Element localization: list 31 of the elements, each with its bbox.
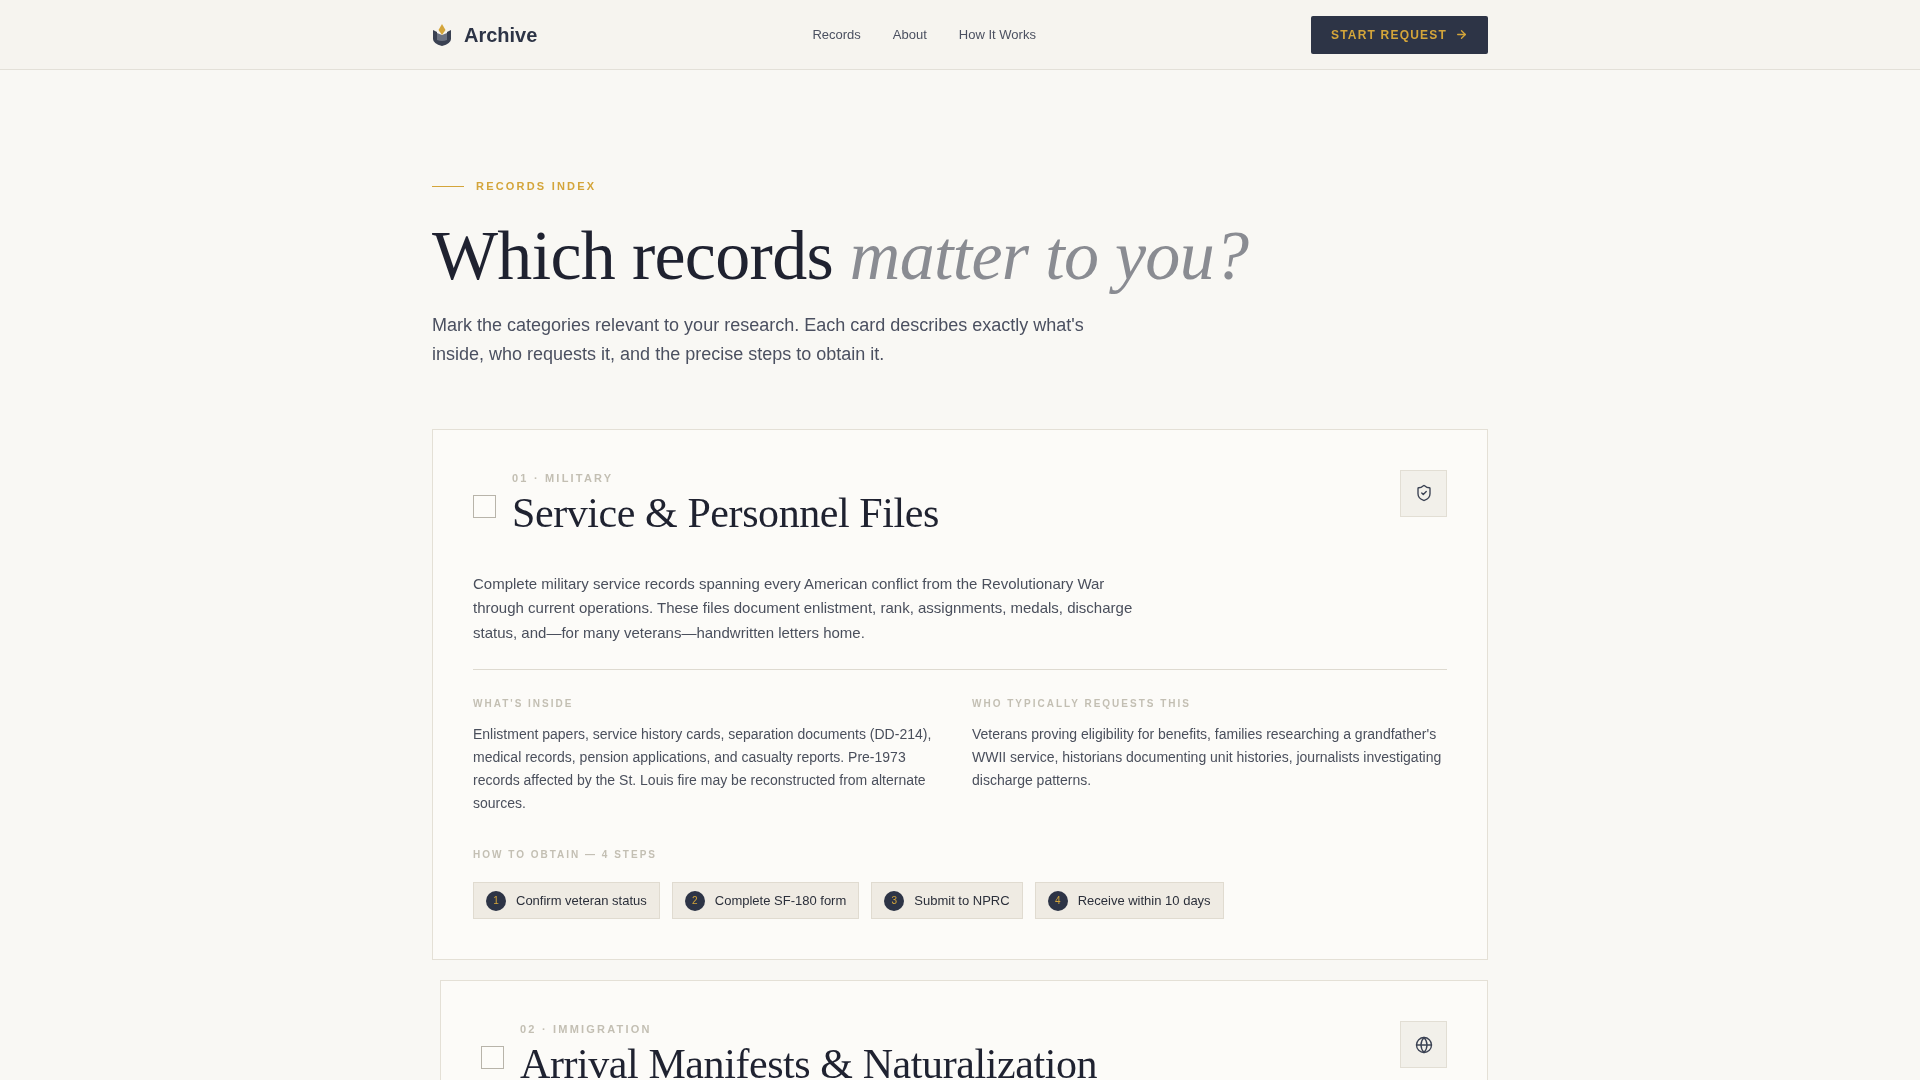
step-label: Receive within 10 days xyxy=(1077,891,1211,910)
brand-name: Archive xyxy=(464,22,538,48)
section-text: Veterans proving eligibility for benefits, families researching a grandfather's WWII service, historians documenting unit histories, journalists investigating discharge patterns. xyxy=(972,725,1443,790)
eyebrow-label: RECORDS INDEX xyxy=(476,179,597,194)
nav-link[interactable]: Records xyxy=(812,24,861,45)
step-label: Confirm veteran status xyxy=(516,891,647,910)
checkbox[interactable] xyxy=(481,1046,504,1069)
section-heading: WHAT'S INSIDE xyxy=(473,697,575,711)
category-label: 01 · MILITARY xyxy=(512,470,615,486)
globe-icon xyxy=(1400,1021,1447,1068)
checkbox[interactable] xyxy=(473,494,496,518)
card-title: Service & Personnel Files xyxy=(512,489,939,536)
steps-heading: HOW TO OBTAIN — 4 STEPS xyxy=(473,848,657,862)
shield-check-icon xyxy=(1400,469,1447,517)
step-number: 3 xyxy=(884,890,905,911)
category-label: 02 · IMMIGRATION xyxy=(520,1022,653,1037)
nav-link[interactable]: About xyxy=(892,24,927,45)
start-request-button[interactable]: START REQUEST xyxy=(1310,15,1488,54)
step-number: 2 xyxy=(684,890,705,911)
card-title: Arrival Manifests & Naturalization xyxy=(520,1041,1098,1080)
intro-text: Mark the categories relevant to your research. Each card describes exactly what's inside, who requests it, and the precise steps to obtain it. xyxy=(432,313,1085,366)
arrow-right-icon xyxy=(1455,28,1468,41)
logo-icon xyxy=(432,23,452,46)
step-label: Complete SF-180 form xyxy=(714,891,847,910)
card-description: Complete military service records spanning every American conflict from the Revolutionary War through current operations. These files document enlistment, rank, assignments, medals, discharge status, and—for many veterans—handwritten letters home. xyxy=(473,573,1134,643)
nav-link[interactable]: How It Works xyxy=(958,24,1036,45)
step-label: Submit to NPRC xyxy=(914,891,1010,910)
step-number: 1 xyxy=(486,890,506,911)
section-text: Enlistment papers, service history cards, separation documents (DD-214), medical records, pension applications, and casualty reports. Pre-1973 records affected by the St. Louis fire may be reconstructed from alternate sources. xyxy=(473,725,933,813)
step-number: 4 xyxy=(1047,890,1068,911)
section-heading: WHO TYPICALLY REQUESTS THIS xyxy=(972,697,1193,711)
